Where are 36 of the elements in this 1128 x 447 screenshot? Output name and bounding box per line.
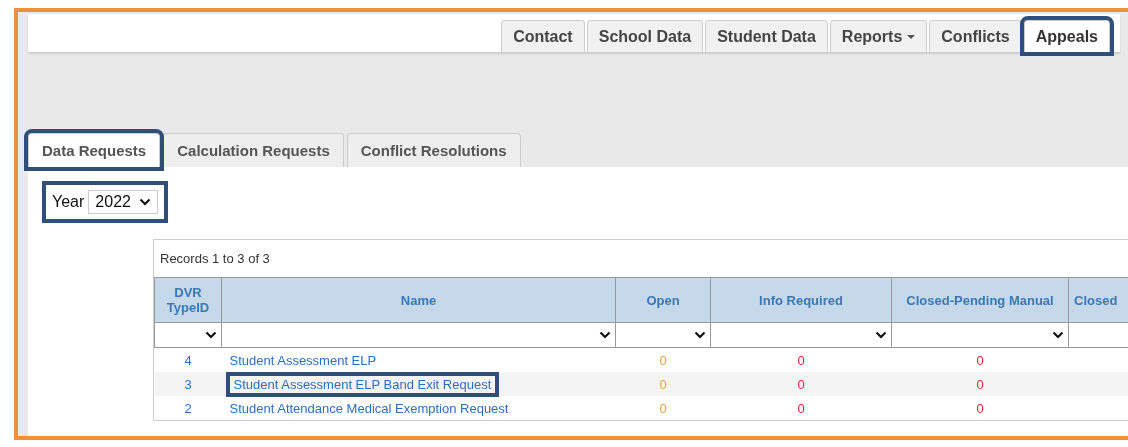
id-link[interactable]: 3 [184, 376, 192, 392]
count-value: 0 [797, 376, 805, 392]
chevron-down-icon [875, 331, 887, 339]
request-link[interactable]: Student Assessment ELP [229, 352, 377, 368]
request-link[interactable]: Student Attendance Medical Exemption Request [229, 400, 509, 416]
column-header[interactable]: Open [615, 277, 711, 323]
column-header[interactable]: Info Required [710, 277, 892, 323]
id-link[interactable]: 2 [184, 400, 192, 416]
count-value: 0 [976, 400, 984, 416]
column-header[interactable]: Closed-Pending Manual [891, 277, 1069, 323]
chevron-down-icon [599, 331, 611, 339]
tab[interactable]: Calculation Requests [163, 133, 344, 167]
count-value: 0 [659, 376, 667, 392]
nav-tab[interactable]: Student Data [705, 20, 828, 52]
count-value: 0 [797, 400, 805, 416]
chevron-down-icon [694, 331, 706, 339]
column-header[interactable]: Closed [1068, 277, 1128, 323]
count-value: 0 [797, 352, 805, 368]
tab[interactable]: Conflict Resolutions [346, 133, 521, 167]
chevron-down-icon [1052, 331, 1064, 339]
year-label: Year [52, 193, 85, 211]
column-header[interactable]: DVR TypeID [154, 277, 222, 323]
chevron-down-icon [205, 331, 217, 339]
count-value: 0 [659, 352, 667, 368]
id-link[interactable]: 4 [184, 352, 192, 368]
chevron-down-icon [138, 198, 151, 206]
column-header[interactable]: Name [221, 277, 616, 323]
count-value: 0 [976, 352, 984, 368]
count-value: 0 [976, 376, 984, 392]
nav-tab[interactable]: Reports [829, 20, 928, 52]
count-value: 0 [659, 400, 667, 416]
nav-tab[interactable]: School Data [586, 20, 704, 52]
year-dropdown[interactable]: 2022 [88, 190, 158, 214]
records-count: Records 1 to 3 of 3 [159, 250, 271, 268]
nav-tab[interactable]: Conflicts [929, 20, 1022, 52]
nav-tab[interactable]: Contact [501, 20, 585, 52]
